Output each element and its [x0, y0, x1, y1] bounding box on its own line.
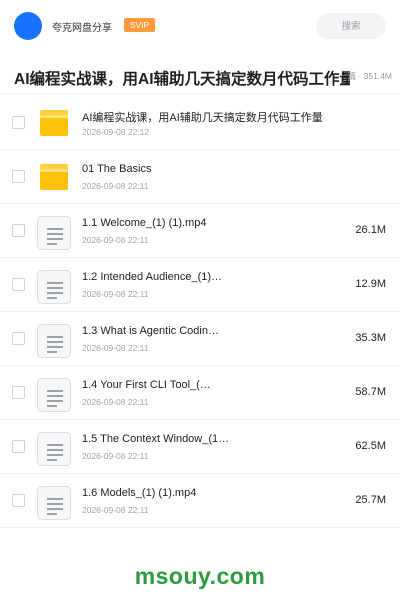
watermark-text: msouy.com [134, 563, 266, 589]
document-icon [37, 486, 71, 520]
svip-badge: SVIP [124, 18, 155, 32]
item-date: 2026-09-08 22:11 [82, 451, 149, 461]
item-name: 1.2 Intended Audience_(1)… [82, 271, 223, 283]
document-icon [37, 432, 71, 466]
item-date: 2026-09-08 22:12 [82, 127, 150, 137]
document-icon [37, 270, 71, 304]
share-owner-name: 夸克网盘分享 [52, 23, 112, 34]
document-icon [37, 216, 71, 250]
avatar[interactable] [14, 12, 42, 40]
file-list: AI编程实战课，用AI辅助几天搞定数月代码工作量 2026-09-08 22:1… [0, 96, 400, 528]
item-name: 01 The Basics [82, 163, 152, 175]
list-item[interactable]: AI编程实战课，用AI辅助几天搞定数月代码工作量 2026-09-08 22:1… [0, 96, 400, 150]
item-date: 2026-09-08 22:11 [82, 343, 149, 353]
document-icon [37, 378, 71, 412]
document-icon [37, 324, 71, 358]
item-size: 62.5M [355, 440, 386, 452]
item-date: 2026-09-08 22:11 [82, 397, 149, 407]
list-item[interactable]: 1.2 Intended Audience_(1)… 2026-09-08 22… [0, 258, 400, 312]
select-checkbox[interactable] [12, 386, 25, 399]
list-item[interactable]: 1.5 The Context Window_(1… 2026-09-08 22… [0, 420, 400, 474]
item-date: 2026-09-08 22:11 [82, 505, 149, 515]
search-input[interactable] [316, 13, 386, 39]
share-header: 夸克网盘分享 SVIP [0, 0, 400, 52]
list-item[interactable]: 1.3 What is Agentic Codin… 2026-09-08 22… [0, 312, 400, 366]
item-date: 2026-09-08 22:11 [82, 289, 149, 299]
list-item[interactable]: 1.1 Welcome_(1) (1).mp4 2026-09-08 22:11… [0, 204, 400, 258]
list-item[interactable]: 1.6 Models_(1) (1).mp4 2026-09-08 22:11 … [0, 474, 400, 528]
item-name: 1.6 Models_(1) (1).mp4 [82, 487, 197, 499]
select-checkbox[interactable] [12, 170, 25, 183]
select-checkbox[interactable] [12, 224, 25, 237]
item-name: 1.1 Welcome_(1) (1).mp4 [82, 217, 207, 229]
select-checkbox[interactable] [12, 332, 25, 345]
select-checkbox[interactable] [12, 278, 25, 291]
select-checkbox[interactable] [12, 494, 25, 507]
item-date: 2026-09-08 22:11 [82, 181, 149, 191]
item-date: 2026-09-08 22:11 [82, 235, 149, 245]
title-row: AI编程实战课，用AI辅助几天搞定数月代码工作量 篇 · 351.4M [0, 58, 400, 94]
page-title: AI编程实战课，用AI辅助几天搞定数月代码工作量 [14, 71, 350, 88]
list-item[interactable]: 01 The Basics 2026-09-08 22:11 [0, 150, 400, 204]
item-name: 1.5 The Context Window_(1… [82, 433, 230, 445]
select-checkbox[interactable] [12, 440, 25, 453]
folder-icon [40, 164, 68, 190]
item-size: 35.3M [355, 332, 386, 344]
list-item[interactable]: 1.4 Your First CLI Tool_(… 2026-09-08 22… [0, 366, 400, 420]
title-meta: 篇 · 351.4M [347, 71, 392, 81]
item-size: 25.7M [355, 494, 386, 506]
item-size: 26.1M [355, 224, 386, 236]
select-checkbox[interactable] [12, 116, 25, 129]
item-size: 12.9M [355, 278, 386, 290]
item-name: AI编程实战课，用AI辅助几天搞定数月代码工作量 [82, 112, 323, 124]
folder-icon [40, 110, 68, 136]
item-name: 1.4 Your First CLI Tool_(… [82, 379, 211, 391]
item-name: 1.3 What is Agentic Codin… [82, 325, 219, 337]
item-size: 58.7M [355, 386, 386, 398]
